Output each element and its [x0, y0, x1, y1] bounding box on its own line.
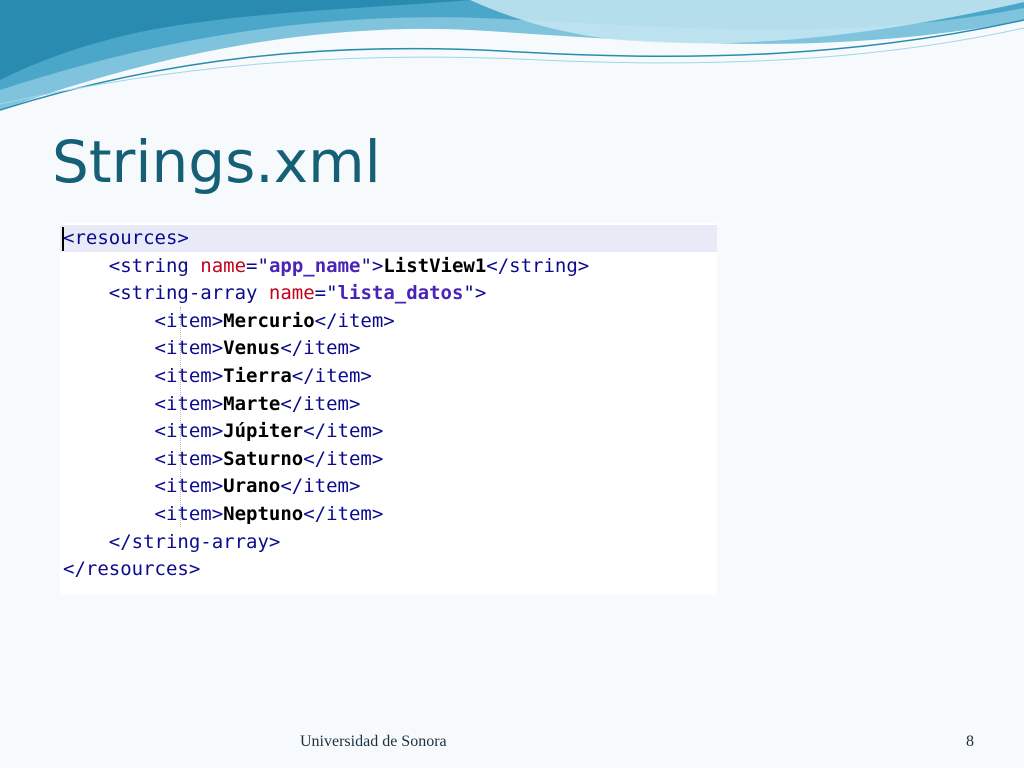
code-token: </string-array>: [63, 530, 281, 553]
code-line: <item>Mercurio</item>: [60, 308, 717, 335]
code-line: </resources>: [60, 556, 717, 583]
code-line: <item>Júpiter</item>: [60, 418, 717, 445]
code-text: <item>Marte</item>: [63, 392, 361, 415]
code-token: <item>: [63, 392, 224, 415]
code-line: <item>Marte</item>: [60, 391, 717, 418]
code-token: </item>: [303, 447, 384, 470]
code-token: </item>: [303, 420, 384, 443]
code-text: <resources>: [63, 227, 189, 249]
code-text: <item>Urano</item>: [63, 475, 361, 498]
code-line: <item>Saturno</item>: [60, 446, 717, 473]
code-token: <string-array: [63, 282, 269, 305]
code-token: </item>: [314, 309, 395, 332]
code-text: </resources>: [63, 558, 200, 580]
code-token: </item>: [280, 475, 361, 498]
slide-number: 8: [966, 733, 974, 750]
code-token: <string: [63, 254, 201, 277]
code-panel: <resources> <string name="app_name">List…: [60, 223, 717, 595]
code-token: Tierra: [223, 365, 292, 387]
code-token: name: [268, 282, 315, 305]
code-token: <item>: [63, 420, 224, 443]
code-token: </item>: [291, 365, 372, 387]
code-token: ListView1: [383, 254, 487, 277]
code-line: <item>Tierra</item>: [60, 363, 717, 390]
slide-title: Strings.xml: [52, 128, 381, 196]
code-token: <item>: [63, 309, 224, 332]
code-line: <item>Neptuno</item>: [60, 501, 717, 528]
code-token: Urano: [223, 475, 281, 498]
code-token: <item>: [63, 337, 224, 360]
code-line: </string-array>: [60, 529, 717, 556]
text-cursor: [62, 227, 64, 251]
code-line: <item>Urano</item>: [60, 473, 717, 500]
code-token: <item>: [63, 475, 224, 498]
code-token: lista_datos: [337, 282, 464, 305]
code-token: </string>: [486, 254, 590, 277]
code-text: <item>Neptuno</item>: [63, 503, 384, 525]
code-line: <item>Venus</item>: [60, 335, 717, 362]
code-line: <string name="app_name">ListView1</strin…: [60, 253, 717, 280]
code-token: =": [246, 254, 269, 277]
code-line: <string-array name="lista_datos">: [60, 280, 717, 307]
code-text: <item>Tierra</item>: [63, 365, 372, 387]
code-token: ">: [463, 282, 487, 305]
code-token: </resources>: [63, 558, 201, 581]
code-token: </item>: [280, 392, 361, 415]
code-text: <item>Saturno</item>: [63, 447, 384, 470]
code-text: <item>Júpiter</item>: [63, 420, 384, 443]
code-token: <resources>: [63, 227, 189, 249]
code-token: </item>: [280, 337, 361, 360]
code-token: ">: [360, 254, 384, 277]
code-token: Júpiter: [223, 420, 304, 443]
code-token: Saturno: [223, 447, 304, 470]
code-text: <string name="app_name">ListView1</strin…: [63, 254, 590, 277]
code-token: <item>: [63, 503, 224, 525]
code-text: <item>Venus</item>: [63, 337, 361, 360]
code-line: <resources>: [60, 225, 717, 252]
code-token: Venus: [223, 337, 281, 360]
code-token: </item>: [303, 503, 384, 525]
code-token: Neptuno: [223, 503, 304, 525]
code-token: name: [200, 254, 247, 277]
code-token: =": [314, 282, 338, 305]
code-token: app_name: [268, 254, 361, 277]
code-text: </string-array>: [63, 530, 281, 553]
code-token: Marte: [223, 392, 281, 415]
code-token: Mercurio: [223, 309, 315, 332]
footer-text: Universidad de Sonora: [300, 733, 447, 750]
code-text: <item>Mercurio</item>: [63, 310, 395, 332]
slide: Strings.xml <resources> <string name="ap…: [0, 0, 1024, 768]
code-token: <item>: [63, 365, 224, 387]
code-text: <string-array name="lista_datos">: [63, 282, 487, 305]
header-wave-decoration: [0, 0, 1024, 111]
code-token: <item>: [63, 447, 224, 470]
